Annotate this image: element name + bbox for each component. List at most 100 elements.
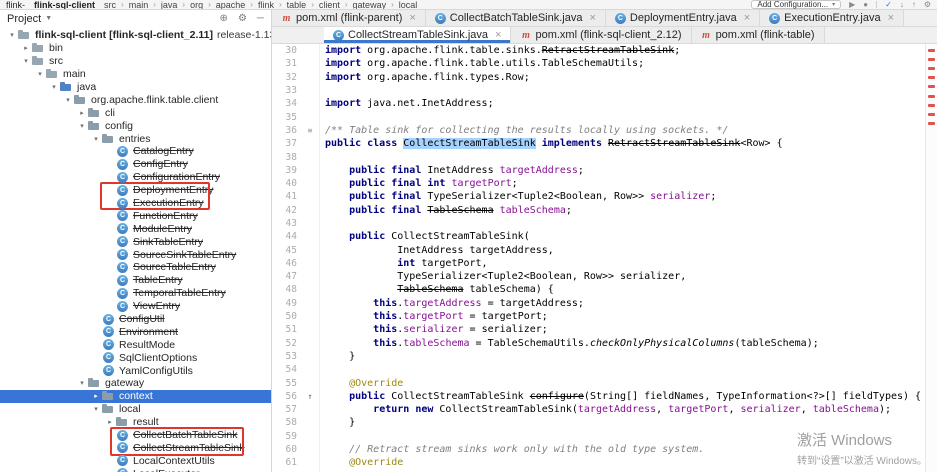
code-line[interactable]: 53 } xyxy=(272,350,937,363)
close-tab-icon[interactable]: × xyxy=(888,13,894,24)
code-line[interactable]: 58 } xyxy=(272,416,937,429)
hide-panel-icon[interactable]: ─ xyxy=(257,11,264,27)
code-line[interactable]: 33 xyxy=(272,84,937,97)
tab-pom-xml-flink-table[interactable]: mpom.xml (flink-table) xyxy=(692,27,825,43)
breadcrumb-item-src[interactable]: src xyxy=(104,0,116,10)
tree-item-local[interactable]: ▾local xyxy=(0,403,271,416)
code-line[interactable]: 50 this.targetPort = targetPort; xyxy=(272,310,937,323)
doc-toggle-icon[interactable]: ≡ xyxy=(302,126,318,135)
tree-item-src[interactable]: ▾src xyxy=(0,55,271,68)
tree-item-collectstreamtablesink[interactable]: CCollectStreamTableSink xyxy=(0,442,271,455)
commit-icon[interactable]: ✓ xyxy=(885,0,892,10)
error-mark[interactable] xyxy=(928,76,935,79)
tab-pom-xml-flink-sql-client-2-12[interactable]: mpom.xml (flink-sql-client_2.12) xyxy=(511,27,691,43)
code-line[interactable]: 45 InetAddress targetAddress, xyxy=(272,243,937,256)
expand-arrow-icon[interactable]: ▾ xyxy=(76,122,88,130)
tree-item-main[interactable]: ▾main xyxy=(0,68,271,81)
code-line[interactable]: 38 xyxy=(272,150,937,163)
override-marker-icon[interactable]: ↑ xyxy=(302,392,318,401)
expand-arrow-icon[interactable]: ▾ xyxy=(34,70,46,78)
code-line[interactable]: 48 TableSchema tableSchema) { xyxy=(272,283,937,296)
expand-arrow-icon[interactable]: ▸ xyxy=(20,44,32,52)
code-line[interactable]: 40 public final int targetPort; xyxy=(272,177,937,190)
tree-item-localexecutor[interactable]: CLocalExecutor xyxy=(0,467,271,472)
tree-item-configutil[interactable]: CConfigUtil xyxy=(0,313,271,326)
run-icon[interactable]: ▶ xyxy=(849,0,855,10)
error-mark[interactable] xyxy=(928,122,935,125)
breadcrumb-item-local[interactable]: local xyxy=(399,0,418,10)
error-mark[interactable] xyxy=(928,58,935,61)
expand-arrow-icon[interactable]: ▾ xyxy=(90,135,102,143)
close-tab-icon[interactable]: × xyxy=(495,30,501,41)
close-tab-icon[interactable]: × xyxy=(589,13,595,24)
code-line[interactable]: 54 xyxy=(272,363,937,376)
push-icon[interactable]: ↑ xyxy=(912,0,916,10)
tree-item-yamlconfigutils[interactable]: CYamlConfigUtils xyxy=(0,364,271,377)
breadcrumb-item-org[interactable]: org xyxy=(190,0,203,10)
error-mark[interactable] xyxy=(928,67,935,70)
tree-item-sourcetableentry[interactable]: CSourceTableEntry xyxy=(0,261,271,274)
chevron-down-icon[interactable]: ▼ xyxy=(45,15,52,22)
tab-collectstreamtablesink-java[interactable]: CCollectStreamTableSink.java× xyxy=(324,27,511,43)
code-line[interactable]: 60 // Retract stream sinks work only wit… xyxy=(272,443,937,456)
tree-item-deploymententry[interactable]: CDeploymentEntry xyxy=(0,184,271,197)
breadcrumb-item-flink[interactable]: flink xyxy=(258,0,274,10)
code-line[interactable]: 44 public CollectStreamTableSink( xyxy=(272,230,937,243)
code-line[interactable]: 49 this.targetAddress = targetAddress; xyxy=(272,297,937,310)
locate-file-icon[interactable]: ⊕ xyxy=(220,11,228,27)
breadcrumb-item-client[interactable]: client xyxy=(319,0,340,10)
tree-item-sourcesinktableentry[interactable]: CSourceSinkTableEntry xyxy=(0,248,271,261)
tree-item-collectbatchtablesink[interactable]: CCollectBatchTableSink xyxy=(0,429,271,442)
settings-icon[interactable]: ⚙ xyxy=(924,0,931,10)
tree-item-entries[interactable]: ▾entries xyxy=(0,132,271,145)
tree-item-functionentry[interactable]: CFunctionEntry xyxy=(0,209,271,222)
code-line[interactable]: 51 this.serializer = serializer; xyxy=(272,323,937,336)
code-line[interactable]: 36≡/** Table sink for collecting the res… xyxy=(272,124,937,137)
code-line[interactable]: 59 xyxy=(272,430,937,443)
code-line[interactable]: 43 xyxy=(272,217,937,230)
tree-item-configentry[interactable]: CConfigEntry xyxy=(0,158,271,171)
tree-item-bin[interactable]: ▸bin xyxy=(0,42,271,55)
tree-item-executionentry[interactable]: CExecutionEntry xyxy=(0,197,271,210)
close-tab-icon[interactable]: × xyxy=(744,13,750,24)
tree-item-java[interactable]: ▾java xyxy=(0,81,271,94)
window-tab-flink-sql-client[interactable]: flink-sql-client xyxy=(34,0,95,10)
tree-item-context[interactable]: ▸context xyxy=(0,390,271,403)
breadcrumb-item-table[interactable]: table xyxy=(287,0,307,10)
expand-arrow-icon[interactable]: ▸ xyxy=(104,418,116,426)
breadcrumb-item-java[interactable]: java xyxy=(161,0,178,10)
tree-item-flink-sql-client-flink-sql-client-2-11[interactable]: ▾flink-sql-client [flink-sql-client_2.11… xyxy=(0,29,271,42)
tree-item-resultmode[interactable]: CResultMode xyxy=(0,338,271,351)
tab-deploymententry-java[interactable]: CDeploymentEntry.java× xyxy=(606,10,760,26)
breadcrumb-item-apache[interactable]: apache xyxy=(216,0,246,10)
update-project-icon[interactable]: ↓ xyxy=(900,0,904,10)
tree-item-result[interactable]: ▸result xyxy=(0,416,271,429)
code-line[interactable]: 30import org.apache.flink.table.sinks.Re… xyxy=(272,44,937,57)
error-mark[interactable] xyxy=(928,104,935,107)
code-line[interactable]: 35 xyxy=(272,110,937,123)
panel-settings-icon[interactable]: ⚙ xyxy=(238,11,247,27)
expand-arrow-icon[interactable]: ▾ xyxy=(48,83,60,91)
code-line[interactable]: 31import org.apache.flink.table.utils.Ta… xyxy=(272,57,937,70)
code-line[interactable]: 42 public final TableSchema tableSchema; xyxy=(272,204,937,217)
code-line[interactable]: 41 public final TypeSerializer<Tuple2<Bo… xyxy=(272,190,937,203)
code-line[interactable]: 61 @Override xyxy=(272,456,937,469)
window-tab-flink[interactable]: flink- xyxy=(6,0,25,10)
code-line[interactable]: 47 TypeSerializer<Tuple2<Boolean, Row>> … xyxy=(272,270,937,283)
tree-item-environment[interactable]: CEnvironment xyxy=(0,325,271,338)
error-mark[interactable] xyxy=(928,85,935,88)
code-line[interactable]: 39 public final InetAddress targetAddres… xyxy=(272,164,937,177)
code-line[interactable]: 32import org.apache.flink.types.Row; xyxy=(272,71,937,84)
tree-item-sqlclientoptions[interactable]: CSqlClientOptions xyxy=(0,351,271,364)
tree-item-localcontextutils[interactable]: CLocalContextUtils xyxy=(0,454,271,467)
code-line[interactable]: 52 this.tableSchema = TableSchemaUtils.c… xyxy=(272,337,937,350)
code-line[interactable]: 57 return new CollectStreamTableSink(tar… xyxy=(272,403,937,416)
close-tab-icon[interactable]: × xyxy=(409,13,415,24)
code-line[interactable]: 46 int targetPort, xyxy=(272,257,937,270)
error-mark[interactable] xyxy=(928,95,935,98)
tree-item-gateway[interactable]: ▾gateway xyxy=(0,377,271,390)
tree-item-sinktableentry[interactable]: CSinkTableEntry xyxy=(0,235,271,248)
project-tool-window-title[interactable]: Project xyxy=(7,13,41,25)
tree-item-viewentry[interactable]: CViewEntry xyxy=(0,300,271,313)
tab-executionentry-java[interactable]: CExecutionEntry.java× xyxy=(760,10,904,26)
